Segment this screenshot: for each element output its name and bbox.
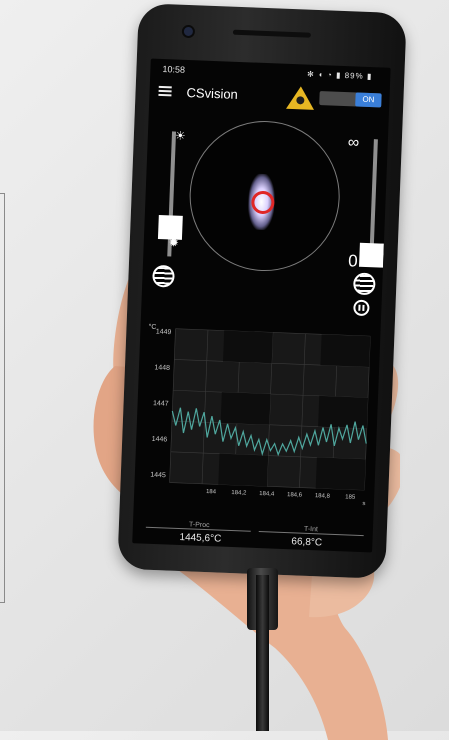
laser-warning-icon[interactable] — [286, 85, 315, 110]
infinity-icon: ∞ — [347, 134, 360, 152]
y-tick-label: 1449 — [156, 329, 172, 337]
focus-slider[interactable] — [359, 139, 384, 268]
x-tick-label: 184,6 — [287, 492, 303, 499]
app-screen: 10:58 ✻ ◖ ◔ ▮ 89% ▮ CSvision ON ☀ ✹ ∞ 0 — [132, 58, 391, 553]
temperature-chart-svg: °C 14491448144714461445 184 184,2 184,4 184… — [148, 323, 371, 507]
filter-stripe-icon-left[interactable] — [152, 264, 175, 288]
x-tick-label: 184 — [206, 489, 217, 495]
pause-icon[interactable] — [353, 299, 370, 317]
process-temp-label: T-Proc — [188, 521, 210, 530]
internal-temp-label: T-Int — [303, 525, 319, 534]
x-axis-unit: s — [362, 501, 365, 507]
chart-grid-block — [223, 330, 273, 364]
chart-grid-block — [315, 457, 366, 491]
y-tick-label: 1448 — [154, 364, 170, 372]
laser-toggle[interactable]: ON — [319, 91, 382, 108]
camera-view-circle — [186, 118, 343, 274]
y-axis-ticks: 1449 1448 1447 1446 1445 — [150, 329, 171, 480]
status-time: 10:58 — [162, 64, 186, 75]
front-camera — [181, 24, 196, 39]
status-icons: ✻ ◖ ◔ ▮ 89% ▮ — [306, 69, 373, 82]
chart-grid-block — [220, 392, 271, 425]
phone-speaker — [232, 29, 311, 38]
x-tick-label: 184,8 — [315, 493, 331, 500]
y-tick-label: 1445 — [150, 472, 166, 480]
brightness-low-icon: ✹ — [168, 235, 180, 250]
toggle-on-label: ON — [355, 92, 382, 108]
y-tick-label: 1446 — [152, 436, 168, 444]
x-tick-label: 185 — [345, 494, 356, 500]
temperature-chart: °C 1449 1448 1447 1446 1445 184 184,2 184,4 184… — [134, 313, 381, 512]
x-tick-label: 184,2 — [231, 490, 247, 497]
internal-temp-value: 66,8°C — [291, 536, 323, 549]
x-axis-ticks: 184 184,2 184,4 184,6 184,8 185 — [206, 489, 356, 501]
chart-grid-block — [218, 453, 269, 487]
filter-stripe-icon-right[interactable] — [352, 272, 376, 296]
background-panel-edge — [0, 193, 5, 603]
app-title: CSvision — [186, 84, 239, 102]
usb-cable — [256, 575, 269, 731]
brightness-high-icon: ☀ — [174, 128, 186, 143]
process-temp-value: 1445,6°C — [179, 532, 222, 545]
focus-slider-thumb[interactable] — [359, 242, 384, 268]
y-tick-label: 1447 — [153, 400, 169, 408]
chart-grid-block — [318, 395, 368, 429]
x-tick-label: 184,4 — [259, 491, 275, 498]
hamburger-menu-icon[interactable] — [158, 85, 172, 97]
phone-device: 10:58 ✻ ◖ ◔ ▮ 89% ▮ CSvision ON ☀ ✹ ∞ 0 — [117, 3, 407, 579]
focus-zero-label: 0 — [347, 251, 359, 271]
battery-level: 89% — [344, 71, 364, 81]
chart-grid-block — [320, 334, 371, 367]
